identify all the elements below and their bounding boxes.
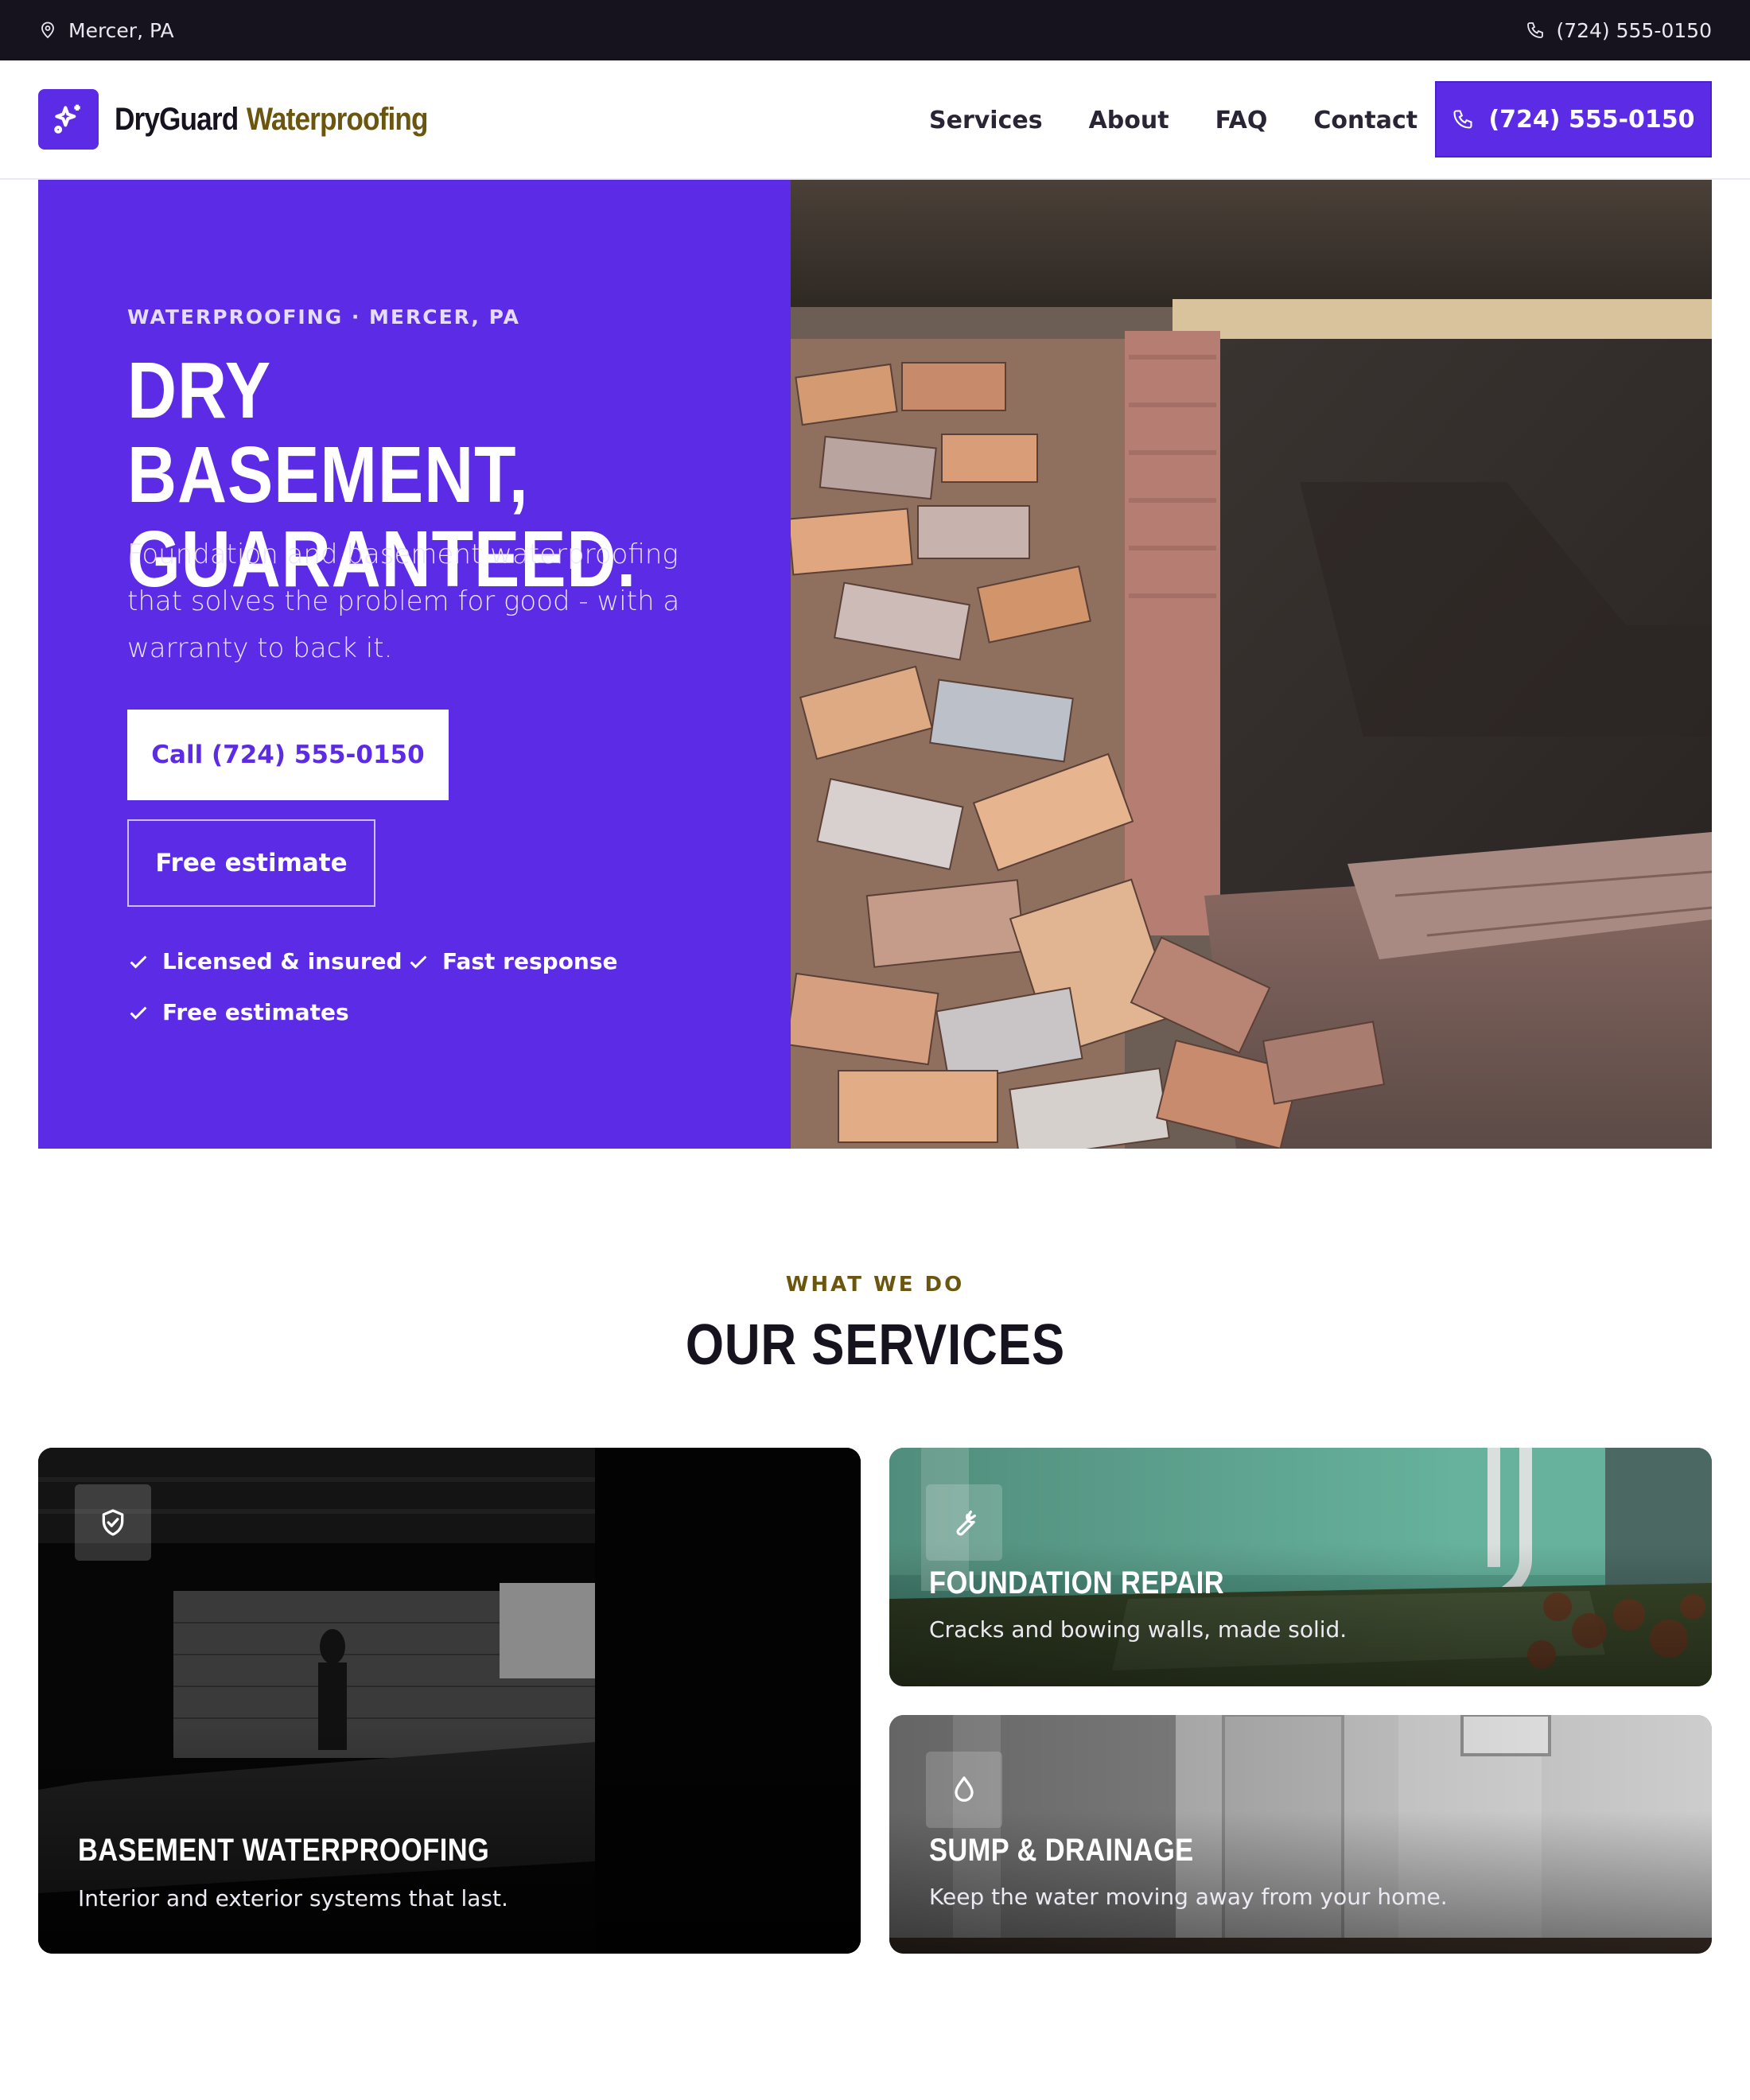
hero-estimate-button[interactable]: Free estimate [127,819,375,907]
top-bar-location: Mercer, PA [38,0,174,60]
service-card-foundation-repair[interactable]: FOUNDATION REPAIR Cracks and bowing wall… [889,1448,1712,1686]
check-icon [130,1006,147,1020]
phone-text[interactable]: (724) 555-0150 [1556,19,1712,42]
water-drop-icon [926,1752,1002,1828]
brand-name[interactable]: DryGuard Waterproofing [115,95,429,143]
check-icon [410,955,427,969]
service-card-title: FOUNDATION REPAIR [929,1565,1225,1600]
sparkle-icon [54,104,80,134]
nav-link-services[interactable]: Services [929,107,1043,134]
badge-licensed: Licensed & insured [127,948,402,974]
nav-call-label: (724) 555-0150 [1488,105,1695,134]
top-bar: Mercer, PA (724) 555-0150 [0,0,1750,60]
brand-primary: DryGuard [115,101,239,137]
service-card-title: SUMP & DRAINAGE [929,1833,1194,1868]
brand-secondary: Waterproofing [246,101,429,137]
wrench-icon [926,1484,1002,1561]
nav-menu: Services About FAQ Contact [929,60,1418,180]
service-card-description: Keep the water moving away from your hom… [929,1884,1448,1910]
hero-image [791,180,1712,1149]
map-pin-icon [41,21,54,39]
services-eyebrow: WHAT WE DO [785,1273,965,1297]
service-card-description: Interior and exterior systems that last. [78,1885,508,1911]
services-title-text: OUR SERVICES [685,1313,1065,1377]
services-title: OUR SERVICES [0,1312,1750,1378]
nav-call-button[interactable]: (724) 555-0150 [1435,81,1712,158]
phone-icon [1453,110,1473,129]
hero-headline-line1: DRY BASEMENT, [127,346,529,519]
shield-check-icon [75,1484,151,1561]
check-icon [130,955,147,969]
service-card-description: Cracks and bowing walls, made solid. [929,1616,1348,1643]
phone-icon [1527,22,1544,38]
main-nav: DryGuard Waterproofing Services About FA… [0,60,1750,180]
hero-call-button[interactable]: Call (724) 555-0150 [127,710,449,800]
logo[interactable] [38,89,99,150]
hero-eyebrow: WATERPROOFING · MERCER, PA [127,305,520,329]
service-card-sump-drainage[interactable]: SUMP & DRAINAGE Keep the water moving aw… [889,1715,1712,1954]
hero-panel: WATERPROOFING · MERCER, PA DRY BASEMENT,… [38,180,791,1149]
service-card-basement-waterproofing[interactable]: BASEMENT WATERPROOFING Interior and exte… [38,1448,861,1954]
top-bar-phone[interactable]: (724) 555-0150 [1526,0,1712,60]
badge-fast-response: Fast response [407,948,618,974]
hero-subtext: Foundation and basement waterproofing th… [127,539,680,664]
badge-label: Free estimates [162,999,349,1025]
nav-link-contact[interactable]: Contact [1313,107,1418,134]
badge-label: Fast response [442,948,618,974]
card-overlay [38,1448,861,1954]
service-card-title: BASEMENT WATERPROOFING [78,1833,490,1868]
location-text: Mercer, PA [68,18,174,42]
nav-link-about[interactable]: About [1089,107,1169,134]
badge-label: Licensed & insured [162,948,402,974]
nav-link-faq[interactable]: FAQ [1215,107,1268,134]
badge-free-estimates: Free estimates [127,999,349,1025]
